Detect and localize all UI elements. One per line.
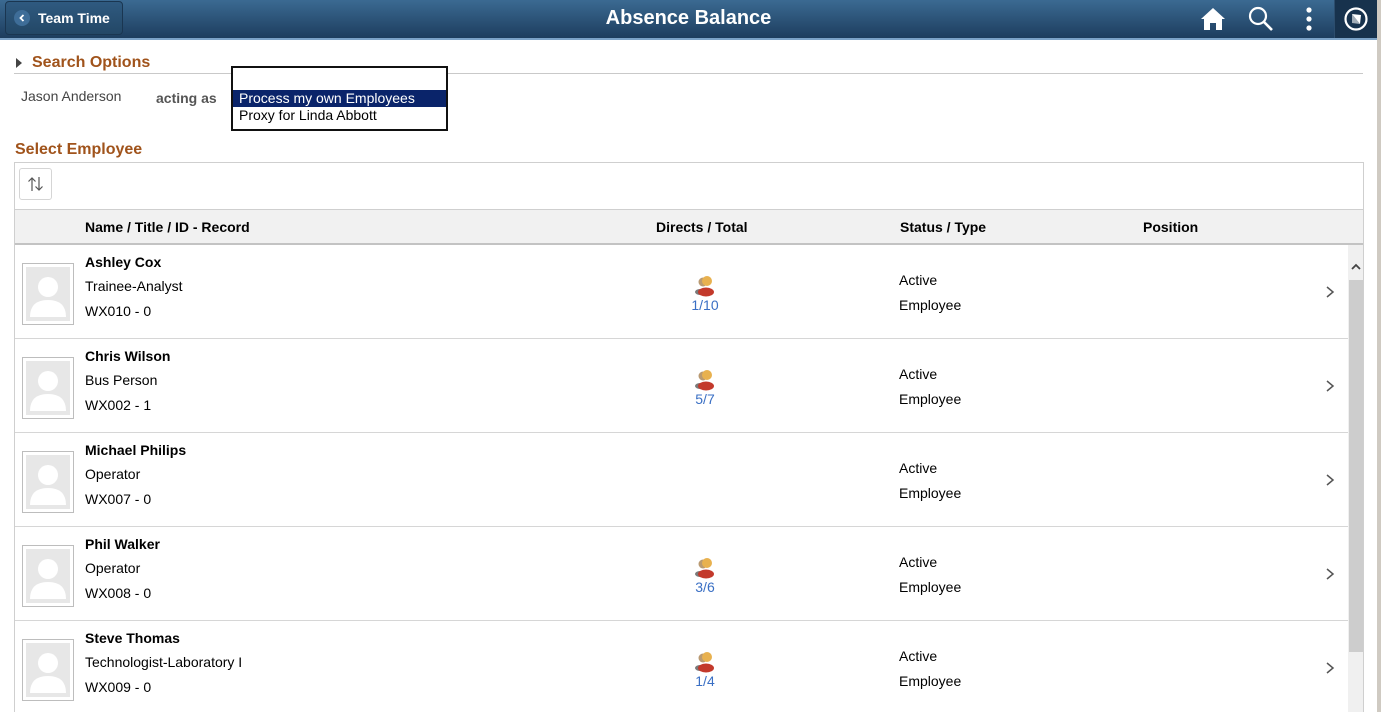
scrollbar-thumb[interactable] [1349,280,1363,652]
chevron-right-icon[interactable] [1324,567,1336,581]
employee-type: Employee [899,673,961,689]
avatar [22,263,74,325]
employee-id-record: WX007 - 0 [85,491,151,507]
page-title: Absence Balance [0,7,1377,30]
person-placeholder-icon [26,549,70,603]
directs-total-value[interactable]: 1/4 [675,673,735,689]
employee-title: Technologist-Laboratory I [85,654,242,670]
employee-grid: Name / Title / ID - Record Directs / Tot… [14,162,1364,712]
table-row[interactable]: Chris Wilson Bus Person WX002 - 1 5/7 Ac… [15,339,1348,433]
chevron-right-icon[interactable] [1324,379,1336,393]
table-row[interactable]: Steve Thomas Technologist-Laboratory I W… [15,621,1348,712]
team-icon [693,275,717,297]
directs-total-value[interactable]: 5/7 [675,391,735,407]
employee-name: Michael Philips [85,442,186,458]
grid-scrollbar[interactable] [1348,245,1363,712]
directs-total-value[interactable]: 1/10 [675,297,735,313]
scroll-up-arrow-icon[interactable] [1348,259,1363,273]
employee-type: Employee [899,485,961,501]
employee-id-record: WX002 - 1 [85,397,151,413]
table-row[interactable]: Phil Walker Operator WX008 - 0 3/6 Activ… [15,527,1348,621]
page: Team Time Absence Balance Search Options… [0,0,1381,712]
employee-name: Chris Wilson [85,348,170,364]
directs-total[interactable]: 3/6 [675,557,735,595]
employee-id-record: WX008 - 0 [85,585,151,601]
actions-menu-icon[interactable] [1295,5,1323,33]
employee-status: Active [899,648,937,664]
avatar [22,545,74,607]
select-employee-heading: Select Employee [15,141,142,159]
search-options-label: Search Options [32,54,150,72]
home-icon[interactable] [1199,5,1227,33]
directs-total[interactable]: 5/7 [675,369,735,407]
employee-title: Bus Person [85,372,157,388]
avatar [22,639,74,701]
person-placeholder-icon [26,455,70,509]
header-banner: Team Time Absence Balance [0,0,1377,40]
table-row[interactable]: Michael Philips Operator WX007 - 0 Activ… [15,433,1348,527]
employee-rows: Ashley Cox Trainee-Analyst WX010 - 0 1/1… [15,245,1363,712]
employee-status: Active [899,460,937,476]
section-divider [14,73,1363,74]
grid-toolbar [15,163,1363,210]
directs-total-value[interactable]: 3/6 [675,579,735,595]
employee-type: Employee [899,297,961,313]
search-icon[interactable] [1247,5,1275,33]
employee-title: Operator [85,560,140,576]
employee-status: Active [899,272,937,288]
search-options-toggle[interactable]: Search Options [16,54,150,72]
person-placeholder-icon [26,361,70,415]
chevron-right-icon[interactable] [1324,473,1336,487]
directs-total[interactable]: 1/10 [675,275,735,313]
column-header-position[interactable]: Position [1143,219,1198,235]
employee-title: Trainee-Analyst [85,278,183,294]
dropdown-option-own-employees[interactable]: Process my own Employees [233,90,446,107]
employee-status: Active [899,554,937,570]
employee-type: Employee [899,579,961,595]
person-placeholder-icon [26,643,70,697]
employee-status: Active [899,366,937,382]
acting-as-label: acting as [156,90,217,106]
table-row[interactable]: Ashley Cox Trainee-Analyst WX010 - 0 1/1… [15,245,1348,339]
employee-name: Ashley Cox [85,254,161,270]
user-name: Jason Anderson [21,88,121,104]
sort-icon [27,176,45,192]
team-icon [693,369,717,391]
column-header-status[interactable]: Status / Type [900,219,986,235]
chevron-right-icon[interactable] [1324,285,1336,299]
team-icon [693,651,717,673]
directs-total[interactable]: 1/4 [675,651,735,689]
dropdown-option-blank[interactable] [233,68,446,90]
employee-id-record: WX009 - 0 [85,679,151,695]
employee-type: Employee [899,391,961,407]
navbar-compass-icon[interactable] [1334,0,1377,38]
dropdown-option-proxy[interactable]: Proxy for Linda Abbott [233,107,446,124]
employee-name: Steve Thomas [85,630,180,646]
column-header-row: Name / Title / ID - Record Directs / Tot… [15,210,1363,245]
chevron-right-icon[interactable] [1324,661,1336,675]
person-placeholder-icon [26,267,70,321]
column-header-directs[interactable]: Directs / Total [656,219,748,235]
employee-title: Operator [85,466,140,482]
avatar [22,451,74,513]
expand-triangle-icon [16,58,22,68]
acting-as-dropdown[interactable]: Process my own Employees Proxy for Linda… [231,66,448,131]
avatar [22,357,74,419]
team-icon [693,557,717,579]
employee-name: Phil Walker [85,536,160,552]
sort-button[interactable] [19,168,52,200]
column-header-name[interactable]: Name / Title / ID - Record [85,219,250,235]
employee-id-record: WX010 - 0 [85,303,151,319]
